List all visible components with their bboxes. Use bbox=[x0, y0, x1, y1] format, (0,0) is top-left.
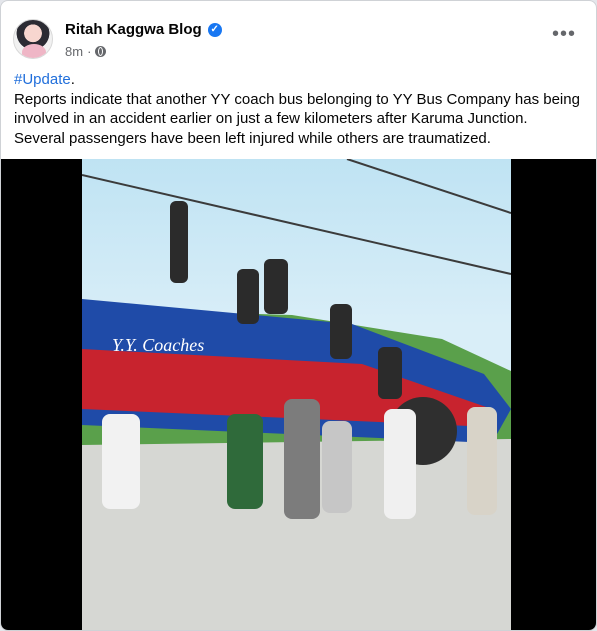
post-meta: 8m · bbox=[65, 44, 107, 59]
separator-dot: · bbox=[87, 44, 92, 59]
person-on-bus-silhouette bbox=[237, 269, 259, 324]
author-name[interactable]: Ritah Kaggwa Blog bbox=[65, 21, 202, 38]
post-card: Ritah Kaggwa Blog ✓ 8m · ••• #Update. Re… bbox=[0, 0, 597, 631]
person-silhouette bbox=[322, 421, 352, 513]
post-text: #Update. Reports indicate that another Y… bbox=[14, 70, 584, 148]
hashtag-link[interactable]: #Update bbox=[14, 71, 71, 88]
verified-badge-icon: ✓ bbox=[207, 22, 222, 37]
power-line bbox=[346, 159, 511, 214]
person-silhouette bbox=[467, 407, 497, 515]
power-line bbox=[82, 174, 511, 275]
hashtag-suffix: . bbox=[70, 71, 75, 88]
accident-photo-illustration: Y.Y. Coaches bbox=[82, 159, 511, 630]
body-line-1: Reports indicate that another YY coach b… bbox=[14, 90, 580, 108]
person-on-bus-silhouette bbox=[330, 304, 352, 359]
person-on-bus-silhouette bbox=[378, 347, 402, 399]
hashtag-line: #Update. bbox=[14, 70, 584, 90]
body-line-2: involved in an accident earlier on just … bbox=[14, 110, 528, 127]
name-row: Ritah Kaggwa Blog ✓ bbox=[65, 21, 222, 38]
person-silhouette bbox=[384, 409, 416, 519]
person-on-bus-silhouette bbox=[264, 259, 288, 314]
more-icon[interactable]: ••• bbox=[552, 24, 576, 44]
bus-brand-text: Y.Y. Coaches bbox=[112, 335, 204, 355]
person-on-bus-silhouette bbox=[170, 201, 188, 283]
person-silhouette bbox=[284, 399, 320, 519]
post-photo[interactable]: Y.Y. Coaches bbox=[82, 159, 511, 630]
globe-icon bbox=[95, 46, 107, 57]
post-time[interactable]: 8m bbox=[65, 44, 83, 59]
post-header: Ritah Kaggwa Blog ✓ 8m · ••• bbox=[13, 15, 584, 63]
person-silhouette bbox=[227, 414, 263, 509]
avatar[interactable] bbox=[13, 19, 53, 59]
body-line-3: Several passengers have been left injure… bbox=[14, 129, 491, 147]
person-silhouette bbox=[102, 414, 140, 509]
post-media[interactable]: Y.Y. Coaches bbox=[1, 159, 596, 630]
